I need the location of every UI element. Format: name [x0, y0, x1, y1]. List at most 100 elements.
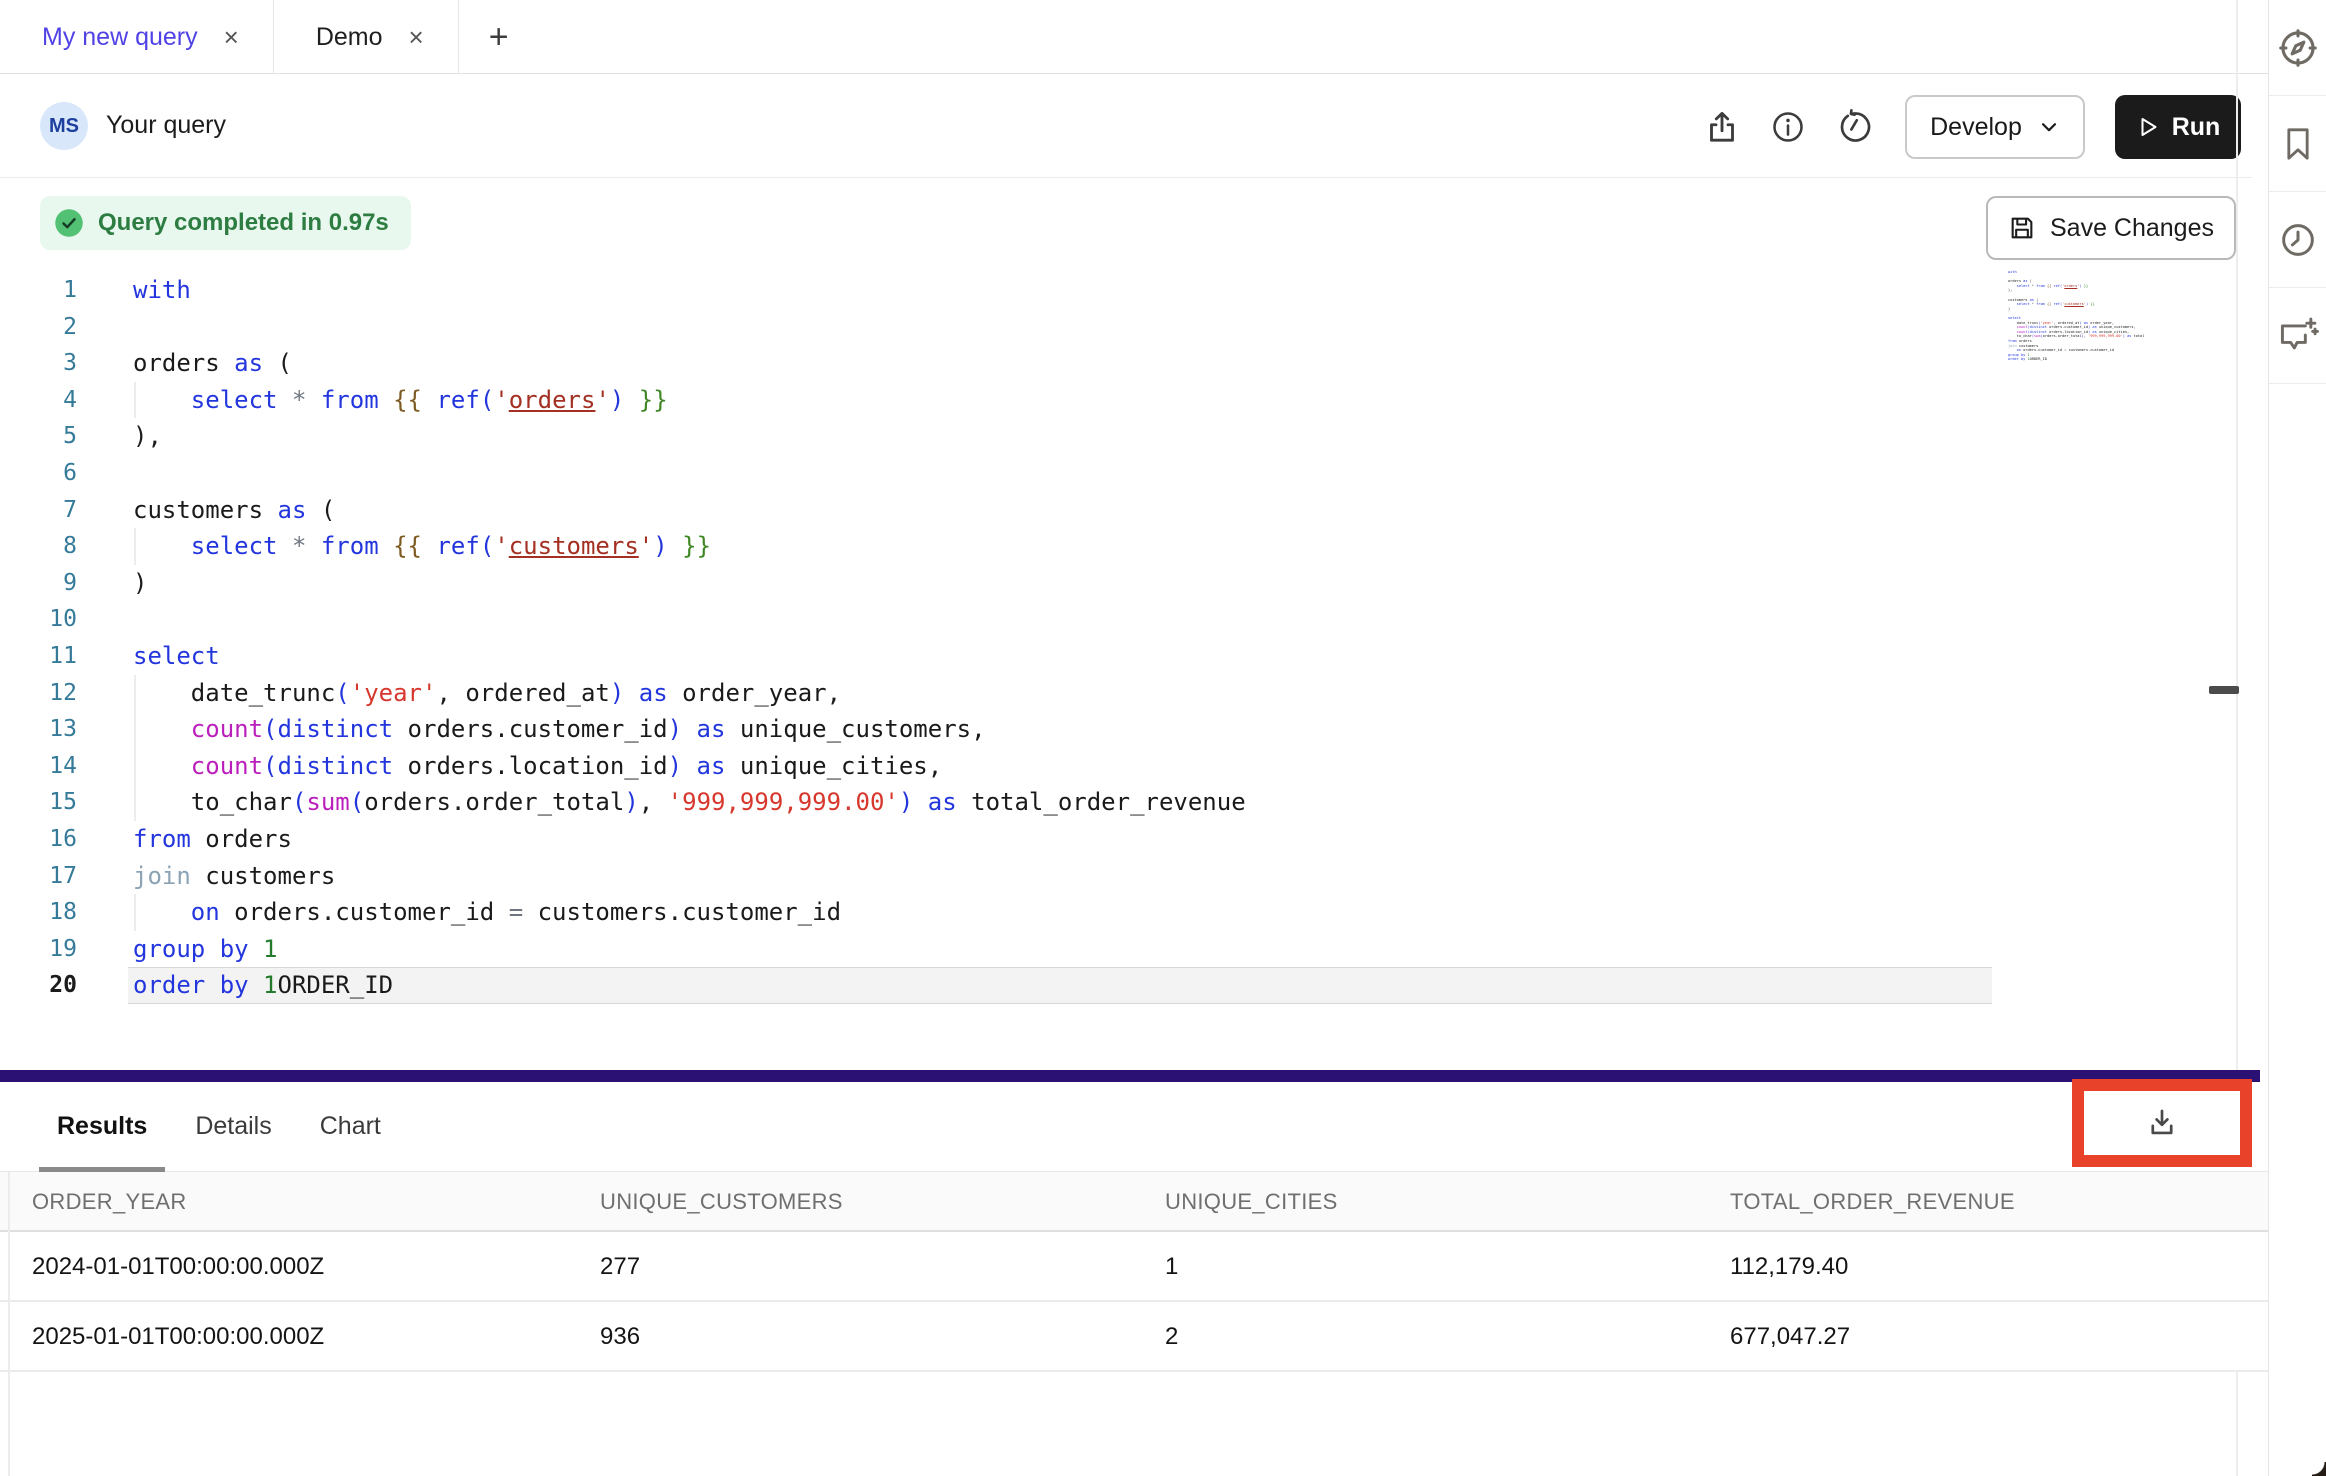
clock-icon: [2277, 219, 2319, 261]
line-number: 20: [0, 967, 77, 1004]
line-number: 3: [0, 345, 77, 382]
table-cell: 936: [600, 1302, 640, 1372]
minimap[interactable]: withorders as ( select * from {{ ref('or…: [2008, 270, 2144, 366]
line-number: 12: [0, 675, 77, 712]
query-tab-bar: My new query × Demo × +: [0, 0, 2268, 74]
code-text: group by 1: [77, 931, 278, 968]
history-button[interactable]: [1833, 105, 1877, 149]
code-editor[interactable]: 1with23orders as (4 select * from {{ ref…: [0, 272, 2236, 1032]
clock-button[interactable]: [2269, 192, 2326, 288]
line-number: 18: [0, 894, 77, 931]
play-icon: [2136, 115, 2160, 139]
right-rail: [2268, 0, 2326, 1476]
code-line: 18 on orders.customer_id = customers.cus…: [0, 894, 2236, 931]
status-message: Query completed in 0.97s: [98, 209, 389, 237]
query-status-badge: Query completed in 0.97s: [40, 196, 411, 250]
code-line: 8 select * from {{ ref('customers') }}: [0, 528, 2236, 565]
code-text: join customers: [77, 858, 335, 895]
tab-my-new-query[interactable]: My new query ×: [0, 0, 274, 74]
code-text: [77, 455, 133, 492]
develop-button[interactable]: Develop: [1905, 95, 2085, 159]
line-number: 17: [0, 858, 77, 895]
code-line: 7customers as (: [0, 492, 2236, 529]
code-text: orders as (: [77, 345, 292, 382]
tab-label: Demo: [316, 23, 383, 52]
bookmark-icon: [2278, 124, 2318, 164]
code-text: select * from {{ ref('customers') }}: [77, 528, 711, 565]
code-text: with: [77, 272, 191, 309]
develop-label: Develop: [1930, 113, 2022, 142]
window-corner: [2312, 1462, 2326, 1476]
code-text: [77, 601, 133, 638]
tab-results[interactable]: Results: [57, 1082, 147, 1172]
line-number: 16: [0, 821, 77, 858]
code-line: 13 count(distinct orders.customer_id) as…: [0, 711, 2236, 748]
code-line: 3orders as (: [0, 345, 2236, 382]
code-text: ),: [77, 418, 162, 455]
close-icon[interactable]: ×: [409, 24, 424, 50]
code-text: from orders: [77, 821, 292, 858]
table-header-row: ORDER_YEARUNIQUE_CUSTOMERSUNIQUE_CITIEST…: [0, 1172, 2268, 1232]
run-label: Run: [2172, 113, 2221, 142]
column-header: TOTAL_ORDER_REVENUE: [1730, 1172, 2015, 1232]
chat-sparkles-icon: [2276, 314, 2320, 358]
chevron-down-icon: [2038, 116, 2060, 138]
code-line: 19group by 1: [0, 931, 2236, 968]
line-number: 2: [0, 309, 77, 346]
share-icon: [1704, 109, 1740, 145]
page-title: Your query: [106, 111, 226, 140]
column-header: ORDER_YEAR: [32, 1172, 187, 1232]
code-line: 20order by 1ORDER_ID: [0, 967, 2236, 1004]
save-icon: [2008, 214, 2036, 242]
code-line: 14 count(distinct orders.location_id) as…: [0, 748, 2236, 785]
line-number: 9: [0, 565, 77, 602]
table-cell: 677,047.27: [1730, 1302, 1850, 1372]
tab-chart[interactable]: Chart: [320, 1082, 381, 1172]
line-number: 1: [0, 272, 77, 309]
code-line: 2: [0, 309, 2236, 346]
line-number: 6: [0, 455, 77, 492]
code-line: 10: [0, 601, 2236, 638]
editor-resize-handle[interactable]: [2209, 686, 2239, 694]
code-text: date_trunc('year', ordered_at) as order_…: [77, 675, 841, 712]
tab-details[interactable]: Details: [195, 1082, 271, 1172]
code-line: 16from orders: [0, 821, 2236, 858]
save-changes-button[interactable]: Save Changes: [1986, 196, 2236, 260]
minimap-line: order by 1ORDER_ID: [2008, 357, 2144, 362]
save-label: Save Changes: [2050, 214, 2214, 243]
download-button[interactable]: [2084, 1091, 2240, 1155]
bookmark-button[interactable]: [2269, 96, 2326, 192]
code-line: 5),: [0, 418, 2236, 455]
code-line: 12 date_trunc('year', ordered_at) as ord…: [0, 675, 2236, 712]
history-icon: [1837, 109, 1873, 145]
share-button[interactable]: [1700, 105, 1744, 149]
new-tab-button[interactable]: +: [459, 0, 539, 74]
info-button[interactable]: [1766, 105, 1810, 149]
sql-ide-window: My new query × Demo × + MS Your query: [0, 0, 2326, 1476]
code-line: 4 select * from {{ ref('orders') }}: [0, 382, 2236, 419]
download-icon: [2145, 1106, 2179, 1140]
ai-chat-button[interactable]: [2269, 288, 2326, 384]
code-text: select * from {{ ref('orders') }}: [77, 382, 668, 419]
code-text: select: [77, 638, 220, 675]
code-text: count(distinct orders.customer_id) as un…: [77, 711, 986, 748]
code-line: 9): [0, 565, 2236, 602]
table-cell: 2: [1165, 1302, 1178, 1372]
line-number: 5: [0, 418, 77, 455]
table-cell: 277: [600, 1232, 640, 1302]
line-number: 19: [0, 931, 77, 968]
compass-button[interactable]: [2269, 0, 2326, 96]
run-button[interactable]: Run: [2115, 95, 2241, 159]
code-text: customers as (: [77, 492, 335, 529]
column-header: UNIQUE_CITIES: [1165, 1172, 1338, 1232]
code-line: 1with: [0, 272, 2236, 309]
code-line: 15 to_char(sum(orders.order_total), '999…: [0, 784, 2236, 821]
line-number: 15: [0, 784, 77, 821]
results-tab-bar: Results Details Chart: [0, 1082, 2268, 1172]
table-cell: 1: [1165, 1232, 1178, 1302]
tab-demo[interactable]: Demo ×: [274, 0, 459, 74]
table-row: 2024-01-01T00:00:00.000Z2771112,179.40: [0, 1232, 2268, 1302]
close-icon[interactable]: ×: [224, 24, 239, 50]
line-number: 10: [0, 601, 77, 638]
code-text: to_char(sum(orders.order_total), '999,99…: [77, 784, 1246, 821]
